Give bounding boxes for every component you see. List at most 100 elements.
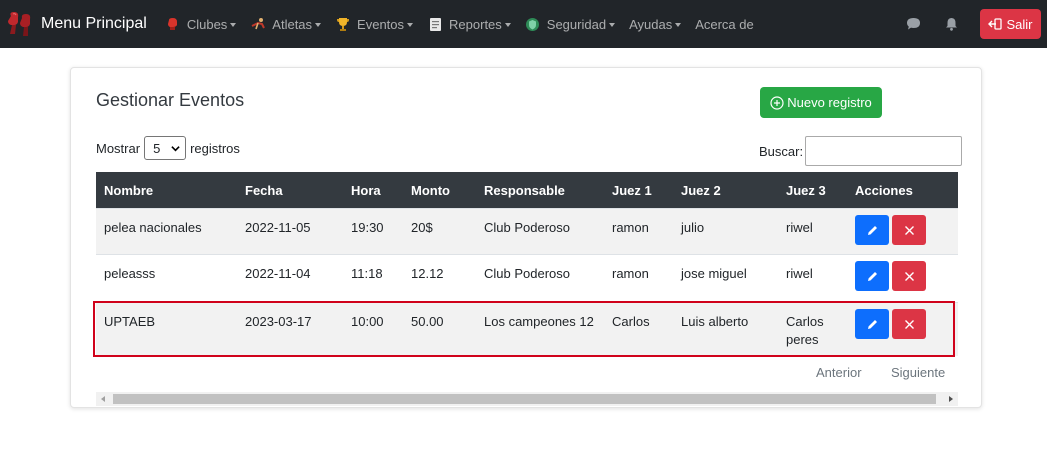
show-label: Mostrar bbox=[96, 140, 141, 156]
cell-juez1: Carlos bbox=[612, 314, 650, 329]
col-header-juez3[interactable]: Juez 3 bbox=[778, 183, 847, 198]
cell-hora: 10:00 bbox=[351, 314, 384, 329]
pagination-next[interactable]: Siguiente bbox=[891, 365, 945, 380]
table-row: peleasss 2022-11-04 11:18 12.12 Club Pod… bbox=[96, 254, 958, 302]
col-header-responsable[interactable]: Responsable bbox=[476, 183, 604, 198]
close-icon bbox=[904, 271, 914, 281]
cell-nombre: UPTAEB bbox=[104, 314, 156, 329]
cell-hora: 11:18 bbox=[351, 266, 383, 281]
page-length-select[interactable]: 5 bbox=[144, 136, 187, 160]
records-label: registros bbox=[190, 140, 240, 156]
nav-seguridad[interactable]: Seguridad bbox=[525, 16, 616, 32]
cell-responsable: Los campeones 12 bbox=[484, 314, 594, 329]
nav-clubes-label: Clubes bbox=[186, 16, 228, 32]
boxing-glove-icon bbox=[165, 16, 181, 32]
logout-label: Salir bbox=[1006, 16, 1033, 32]
top-navbar: Menu Principal Clubes Atletas Eventos Re… bbox=[0, 0, 1047, 48]
cell-acciones bbox=[847, 303, 958, 339]
cell-juez1: ramon bbox=[612, 220, 649, 235]
pencil-icon bbox=[867, 319, 877, 329]
pagination-previous[interactable]: Anterior bbox=[816, 365, 862, 380]
cell-juez3: riwel bbox=[786, 266, 813, 281]
shield-icon bbox=[525, 16, 541, 32]
col-header-juez1[interactable]: Juez 1 bbox=[604, 183, 673, 198]
col-header-juez2[interactable]: Juez 2 bbox=[673, 183, 778, 198]
nav-atletas[interactable]: Atletas bbox=[250, 16, 322, 32]
cell-fecha: 2022-11-05 bbox=[245, 220, 311, 235]
table-row: UPTAEB 2023-03-17 10:00 50.00 Los campeo… bbox=[96, 302, 958, 356]
new-record-button[interactable]: Nuevo registro bbox=[760, 87, 882, 118]
col-header-fecha[interactable]: Fecha bbox=[237, 183, 343, 198]
cell-fecha: 2023-03-17 bbox=[245, 314, 312, 329]
caret-down-icon bbox=[407, 22, 414, 27]
nav-clubes[interactable]: Clubes bbox=[165, 16, 237, 32]
delete-button[interactable] bbox=[892, 261, 926, 291]
cell-acciones bbox=[847, 209, 958, 245]
plus-circle-icon bbox=[770, 95, 784, 110]
new-record-label: Nuevo registro bbox=[787, 95, 872, 110]
nav-atletas-label: Atletas bbox=[272, 16, 313, 32]
chat-icon[interactable] bbox=[904, 15, 922, 33]
table-row: pelea nacionales 2022-11-05 19:30 20$ Cl… bbox=[96, 208, 958, 254]
events-card: Gestionar Eventos Nuevo registro Mostrar… bbox=[70, 67, 982, 408]
cell-nombre: peleasss bbox=[104, 266, 156, 281]
search-input[interactable] bbox=[805, 136, 963, 166]
boxing-gloves-logo-icon bbox=[5, 9, 35, 39]
cell-juez3: Carlos peres bbox=[786, 314, 824, 347]
bell-icon[interactable] bbox=[942, 15, 960, 33]
brand-link[interactable]: Menu Principal bbox=[5, 0, 147, 48]
caret-down-icon bbox=[609, 22, 616, 27]
col-header-nombre[interactable]: Nombre bbox=[96, 183, 237, 198]
delete-button[interactable] bbox=[892, 309, 926, 339]
events-table: Nombre Fecha Hora Monto Responsable Juez… bbox=[96, 172, 958, 356]
caret-down-icon bbox=[675, 22, 682, 27]
scroll-left-icon[interactable] bbox=[101, 396, 105, 402]
chevron-down-icon bbox=[171, 145, 180, 151]
page-title: Gestionar Eventos bbox=[96, 90, 245, 110]
caret-down-icon bbox=[504, 22, 511, 27]
scroll-right-icon[interactable] bbox=[949, 396, 953, 402]
edit-button[interactable] bbox=[855, 261, 889, 291]
cell-fecha: 2022-11-04 bbox=[245, 266, 311, 281]
athlete-icon bbox=[250, 16, 266, 32]
cell-monto: 12.12 bbox=[411, 266, 444, 281]
nav-acerca-de[interactable]: Acerca de bbox=[695, 17, 754, 32]
logout-icon bbox=[988, 18, 1003, 30]
table-header: Nombre Fecha Hora Monto Responsable Juez… bbox=[96, 172, 958, 208]
cell-monto: 20$ bbox=[411, 220, 433, 235]
cell-nombre: pelea nacionales bbox=[104, 220, 202, 235]
pencil-icon bbox=[867, 225, 877, 235]
search-label: Buscar: bbox=[759, 143, 804, 159]
edit-button[interactable] bbox=[855, 309, 889, 339]
cell-juez2: julio bbox=[681, 220, 705, 235]
col-header-acciones: Acciones bbox=[855, 182, 913, 198]
caret-down-icon bbox=[315, 22, 322, 27]
cell-hora: 19:30 bbox=[351, 220, 384, 235]
nav-reportes-label: Reportes bbox=[449, 16, 502, 32]
delete-button[interactable] bbox=[892, 215, 926, 245]
nav-eventos[interactable]: Eventos bbox=[335, 16, 414, 32]
close-icon bbox=[904, 319, 914, 329]
nav-acerca-de-label: Acerca de bbox=[695, 16, 754, 32]
scrollbar-thumb[interactable] bbox=[113, 394, 936, 404]
col-header-monto[interactable]: Monto bbox=[403, 183, 476, 198]
close-icon bbox=[904, 225, 914, 235]
pencil-icon bbox=[867, 271, 877, 281]
nav-ayudas-label: Ayudas bbox=[629, 16, 673, 32]
nav-seguridad-label: Seguridad bbox=[546, 16, 607, 32]
nav-reportes[interactable]: Reportes bbox=[427, 16, 511, 32]
cell-monto: 50.00 bbox=[411, 314, 444, 329]
nav-ayudas[interactable]: Ayudas bbox=[629, 16, 682, 32]
report-icon bbox=[427, 16, 443, 32]
logout-button[interactable]: Salir bbox=[980, 9, 1041, 39]
edit-button[interactable] bbox=[855, 215, 889, 245]
page-length-value: 5 bbox=[153, 140, 161, 156]
cell-responsable: Club Poderoso bbox=[484, 266, 570, 281]
trophy-icon bbox=[335, 16, 351, 32]
col-header-hora[interactable]: Hora bbox=[343, 183, 403, 198]
horizontal-scrollbar[interactable] bbox=[96, 392, 958, 406]
cell-juez2: Luis alberto bbox=[681, 314, 749, 329]
caret-down-icon bbox=[230, 22, 237, 27]
cell-juez2: jose miguel bbox=[681, 266, 747, 281]
search-control: Buscar: bbox=[759, 136, 963, 166]
